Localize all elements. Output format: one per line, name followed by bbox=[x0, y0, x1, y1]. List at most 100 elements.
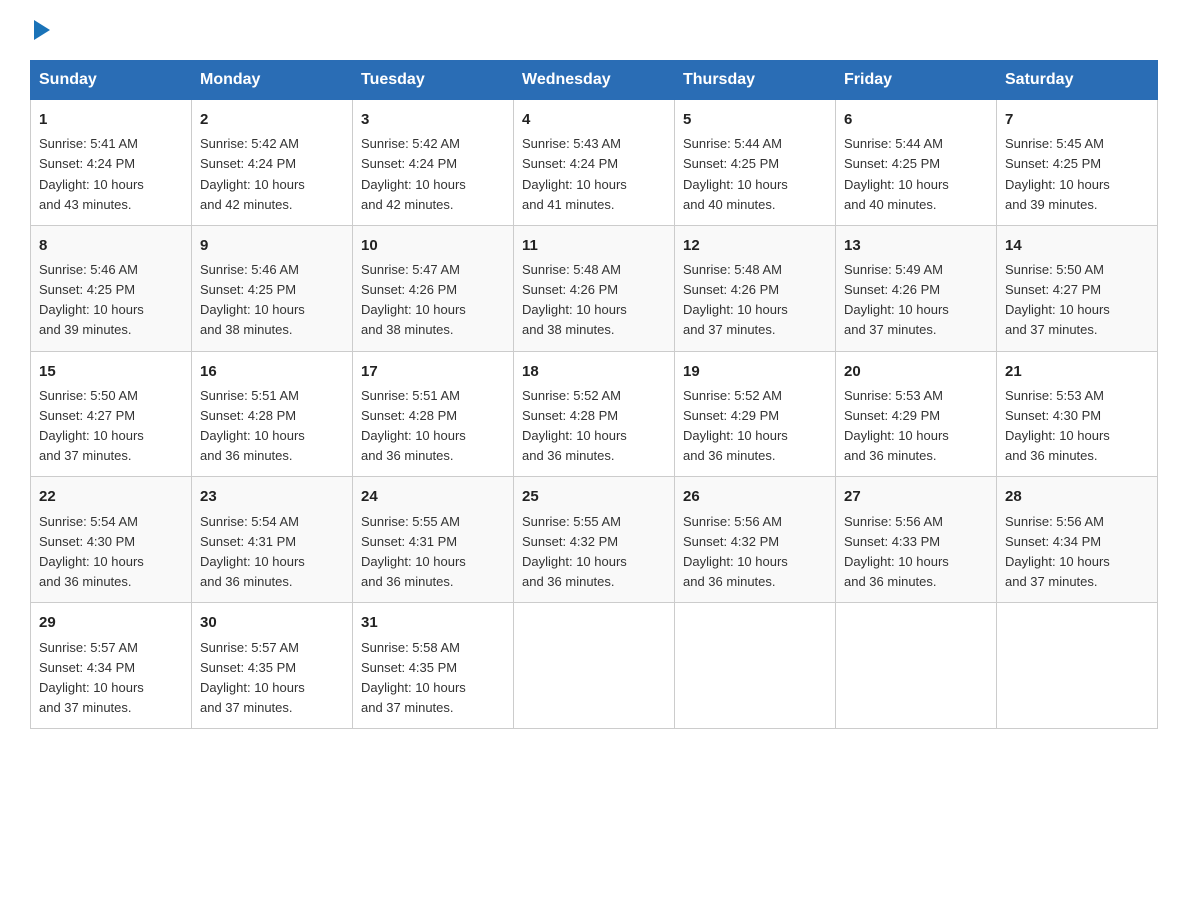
day-number: 31 bbox=[361, 611, 505, 634]
page-header bbox=[30, 20, 1158, 40]
day-info: Sunrise: 5:52 AMSunset: 4:28 PMDaylight:… bbox=[522, 388, 627, 463]
calendar-cell: 28Sunrise: 5:56 AMSunset: 4:34 PMDayligh… bbox=[997, 477, 1158, 603]
day-info: Sunrise: 5:48 AMSunset: 4:26 PMDaylight:… bbox=[683, 262, 788, 337]
day-number: 22 bbox=[39, 485, 183, 508]
calendar-cell: 7 Sunrise: 5:45 AMSunset: 4:25 PMDaylight… bbox=[997, 100, 1158, 226]
day-info: Sunrise: 5:47 AMSunset: 4:26 PMDaylight:… bbox=[361, 262, 466, 337]
calendar-cell: 6 Sunrise: 5:44 AMSunset: 4:25 PMDaylight… bbox=[836, 100, 997, 226]
calendar-cell bbox=[997, 603, 1158, 729]
day-info: Sunrise: 5:46 AMSunset: 4:25 PMDaylight:… bbox=[39, 262, 144, 337]
calendar-cell bbox=[675, 603, 836, 729]
day-info: Sunrise: 5:56 AMSunset: 4:32 PMDaylight:… bbox=[683, 514, 788, 589]
day-info: Sunrise: 5:50 AMSunset: 4:27 PMDaylight:… bbox=[39, 388, 144, 463]
calendar-cell: 22 Sunrise: 5:54 AMSunset: 4:30 PMDayligh… bbox=[31, 477, 192, 603]
calendar-cell bbox=[836, 603, 997, 729]
day-info: Sunrise: 5:57 AMSunset: 4:35 PMDaylight:… bbox=[200, 640, 305, 715]
day-info: Sunrise: 5:52 AMSunset: 4:29 PMDaylight:… bbox=[683, 388, 788, 463]
day-number: 7 bbox=[1005, 108, 1149, 131]
day-number: 4 bbox=[522, 108, 666, 131]
day-info: Sunrise: 5:42 AMSunset: 4:24 PMDaylight:… bbox=[361, 136, 466, 211]
day-info: Sunrise: 5:45 AMSunset: 4:25 PMDaylight:… bbox=[1005, 136, 1110, 211]
day-info: Sunrise: 5:51 AMSunset: 4:28 PMDaylight:… bbox=[361, 388, 466, 463]
calendar-cell: 24Sunrise: 5:55 AMSunset: 4:31 PMDayligh… bbox=[353, 477, 514, 603]
day-info: Sunrise: 5:44 AMSunset: 4:25 PMDaylight:… bbox=[844, 136, 949, 211]
day-number: 14 bbox=[1005, 234, 1149, 257]
calendar-cell: 13Sunrise: 5:49 AMSunset: 4:26 PMDayligh… bbox=[836, 225, 997, 351]
calendar-week-row: 29 Sunrise: 5:57 AMSunset: 4:34 PMDayligh… bbox=[31, 603, 1158, 729]
day-number: 12 bbox=[683, 234, 827, 257]
day-number: 21 bbox=[1005, 360, 1149, 383]
calendar-cell: 26 Sunrise: 5:56 AMSunset: 4:32 PMDayligh… bbox=[675, 477, 836, 603]
day-number: 20 bbox=[844, 360, 988, 383]
day-info: Sunrise: 5:55 AMSunset: 4:31 PMDaylight:… bbox=[361, 514, 466, 589]
day-number: 1 bbox=[39, 108, 183, 131]
day-number: 6 bbox=[844, 108, 988, 131]
day-header-thursday: Thursday bbox=[675, 61, 836, 100]
calendar-cell: 14 Sunrise: 5:50 AMSunset: 4:27 PMDayligh… bbox=[997, 225, 1158, 351]
day-header-wednesday: Wednesday bbox=[514, 61, 675, 100]
calendar-cell: 19 Sunrise: 5:52 AMSunset: 4:29 PMDayligh… bbox=[675, 351, 836, 477]
day-number: 10 bbox=[361, 234, 505, 257]
calendar-cell: 21Sunrise: 5:53 AMSunset: 4:30 PMDayligh… bbox=[997, 351, 1158, 477]
day-info: Sunrise: 5:48 AMSunset: 4:26 PMDaylight:… bbox=[522, 262, 627, 337]
day-header-friday: Friday bbox=[836, 61, 997, 100]
calendar-cell: 10 Sunrise: 5:47 AMSunset: 4:26 PMDayligh… bbox=[353, 225, 514, 351]
day-number: 26 bbox=[683, 485, 827, 508]
day-info: Sunrise: 5:46 AMSunset: 4:25 PMDaylight:… bbox=[200, 262, 305, 337]
day-header-sunday: Sunday bbox=[31, 61, 192, 100]
day-number: 27 bbox=[844, 485, 988, 508]
calendar-cell: 2Sunrise: 5:42 AMSunset: 4:24 PMDaylight… bbox=[192, 100, 353, 226]
calendar-cell: 18 Sunrise: 5:52 AMSunset: 4:28 PMDayligh… bbox=[514, 351, 675, 477]
day-number: 29 bbox=[39, 611, 183, 634]
calendar-cell: 17 Sunrise: 5:51 AMSunset: 4:28 PMDayligh… bbox=[353, 351, 514, 477]
day-number: 17 bbox=[361, 360, 505, 383]
day-info: Sunrise: 5:41 AMSunset: 4:24 PMDaylight:… bbox=[39, 136, 144, 211]
day-number: 25 bbox=[522, 485, 666, 508]
day-number: 18 bbox=[522, 360, 666, 383]
day-info: Sunrise: 5:57 AMSunset: 4:34 PMDaylight:… bbox=[39, 640, 144, 715]
day-info: Sunrise: 5:50 AMSunset: 4:27 PMDaylight:… bbox=[1005, 262, 1110, 337]
day-number: 13 bbox=[844, 234, 988, 257]
day-number: 28 bbox=[1005, 485, 1149, 508]
calendar-week-row: 15 Sunrise: 5:50 AMSunset: 4:27 PMDayligh… bbox=[31, 351, 1158, 477]
calendar-header-row: SundayMondayTuesdayWednesdayThursdayFrid… bbox=[31, 61, 1158, 100]
day-info: Sunrise: 5:53 AMSunset: 4:29 PMDaylight:… bbox=[844, 388, 949, 463]
calendar-table: SundayMondayTuesdayWednesdayThursdayFrid… bbox=[30, 60, 1158, 729]
day-header-tuesday: Tuesday bbox=[353, 61, 514, 100]
day-info: Sunrise: 5:58 AMSunset: 4:35 PMDaylight:… bbox=[361, 640, 466, 715]
calendar-cell: 4 Sunrise: 5:43 AMSunset: 4:24 PMDaylight… bbox=[514, 100, 675, 226]
day-number: 23 bbox=[200, 485, 344, 508]
calendar-cell: 3 Sunrise: 5:42 AMSunset: 4:24 PMDaylight… bbox=[353, 100, 514, 226]
calendar-cell: 23 Sunrise: 5:54 AMSunset: 4:31 PMDayligh… bbox=[192, 477, 353, 603]
day-number: 19 bbox=[683, 360, 827, 383]
logo-arrow-icon bbox=[34, 20, 50, 40]
calendar-cell: 9 Sunrise: 5:46 AMSunset: 4:25 PMDaylight… bbox=[192, 225, 353, 351]
calendar-cell: 31 Sunrise: 5:58 AMSunset: 4:35 PMDayligh… bbox=[353, 603, 514, 729]
calendar-cell: 27 Sunrise: 5:56 AMSunset: 4:33 PMDayligh… bbox=[836, 477, 997, 603]
calendar-week-row: 1 Sunrise: 5:41 AMSunset: 4:24 PMDaylight… bbox=[31, 100, 1158, 226]
day-info: Sunrise: 5:55 AMSunset: 4:32 PMDaylight:… bbox=[522, 514, 627, 589]
day-header-saturday: Saturday bbox=[997, 61, 1158, 100]
calendar-cell: 30Sunrise: 5:57 AMSunset: 4:35 PMDayligh… bbox=[192, 603, 353, 729]
day-info: Sunrise: 5:54 AMSunset: 4:30 PMDaylight:… bbox=[39, 514, 144, 589]
day-number: 5 bbox=[683, 108, 827, 131]
day-number: 16 bbox=[200, 360, 344, 383]
calendar-cell: 29 Sunrise: 5:57 AMSunset: 4:34 PMDayligh… bbox=[31, 603, 192, 729]
logo bbox=[30, 20, 50, 40]
calendar-cell: 12 Sunrise: 5:48 AMSunset: 4:26 PMDayligh… bbox=[675, 225, 836, 351]
calendar-week-row: 8 Sunrise: 5:46 AMSunset: 4:25 PMDaylight… bbox=[31, 225, 1158, 351]
calendar-cell: 8 Sunrise: 5:46 AMSunset: 4:25 PMDaylight… bbox=[31, 225, 192, 351]
day-info: Sunrise: 5:43 AMSunset: 4:24 PMDaylight:… bbox=[522, 136, 627, 211]
calendar-cell: 5 Sunrise: 5:44 AMSunset: 4:25 PMDaylight… bbox=[675, 100, 836, 226]
calendar-cell: 1 Sunrise: 5:41 AMSunset: 4:24 PMDaylight… bbox=[31, 100, 192, 226]
day-info: Sunrise: 5:51 AMSunset: 4:28 PMDaylight:… bbox=[200, 388, 305, 463]
calendar-cell: 25 Sunrise: 5:55 AMSunset: 4:32 PMDayligh… bbox=[514, 477, 675, 603]
day-info: Sunrise: 5:56 AMSunset: 4:33 PMDaylight:… bbox=[844, 514, 949, 589]
day-header-monday: Monday bbox=[192, 61, 353, 100]
day-number: 9 bbox=[200, 234, 344, 257]
day-number: 15 bbox=[39, 360, 183, 383]
day-info: Sunrise: 5:44 AMSunset: 4:25 PMDaylight:… bbox=[683, 136, 788, 211]
day-number: 3 bbox=[361, 108, 505, 131]
day-info: Sunrise: 5:54 AMSunset: 4:31 PMDaylight:… bbox=[200, 514, 305, 589]
day-number: 8 bbox=[39, 234, 183, 257]
